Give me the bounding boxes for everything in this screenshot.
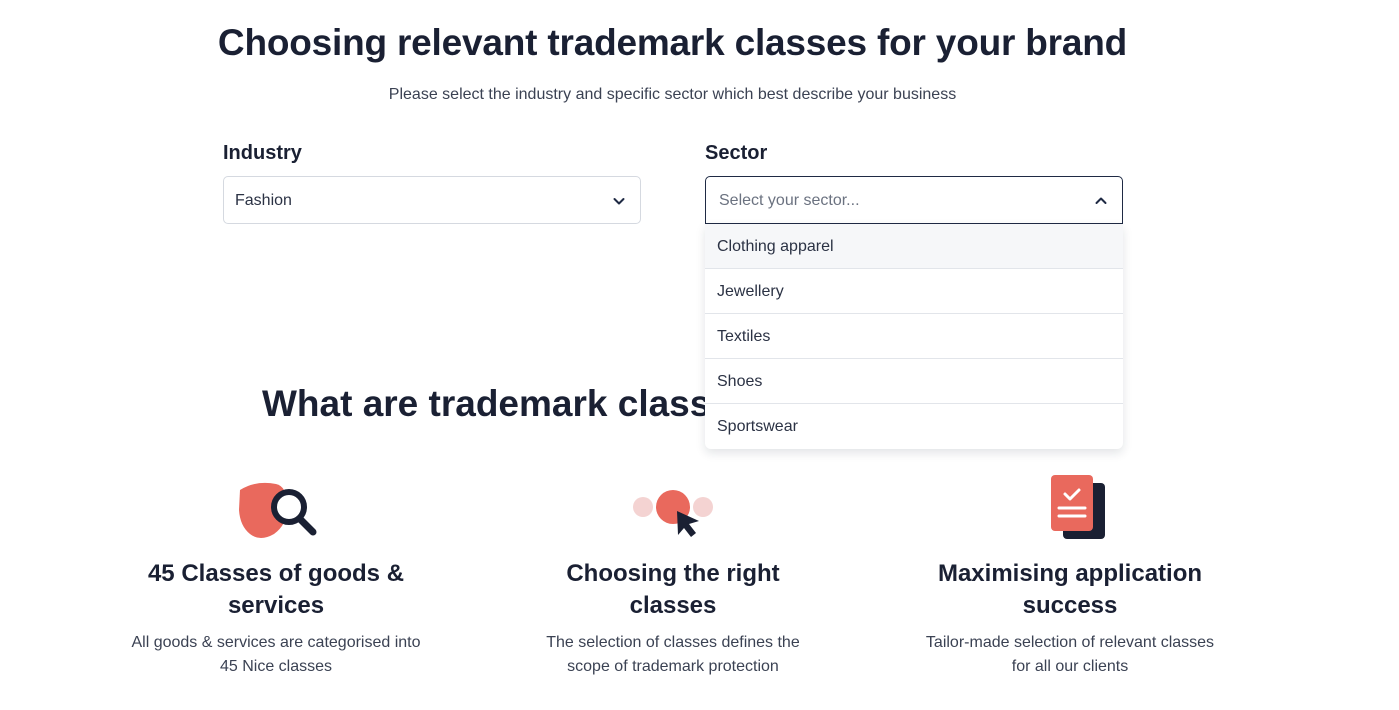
feature-card-classes: 45 Classes of goods & services All goods… (126, 470, 426, 679)
clipboard-check-icon (1051, 475, 1105, 539)
feature-card-success: Maximising application success Tailor-ma… (920, 470, 1220, 679)
feature-title: Maximising application success (937, 560, 1203, 619)
feature-text: Tailor-made selection of relevant classe… (925, 634, 1215, 675)
industry-label: Industry (223, 142, 302, 164)
industry-select-value: Fashion (235, 192, 292, 209)
feature-title: 45 Classes of goods & services (147, 560, 405, 619)
cursor-select-icon (633, 490, 713, 537)
sector-option-sportswear[interactable]: Sportswear (705, 404, 1123, 449)
industry-select[interactable]: Fashion (223, 176, 641, 224)
sector-label: Sector (705, 142, 768, 164)
sector-option-shoes[interactable]: Shoes (705, 359, 1123, 404)
feature-text: The selection of classes defines the sco… (546, 634, 800, 675)
feature-text: All goods & services are categorised int… (131, 634, 421, 675)
sector-option-jewellery[interactable]: Jewellery (705, 269, 1123, 314)
feature-card-choosing: Choosing the right classes The selection… (523, 470, 823, 679)
sector-select-placeholder: Select your sector... (719, 192, 860, 209)
feature-title: Choosing the right classes (566, 560, 780, 619)
sector-select[interactable]: Select your sector... (705, 176, 1123, 224)
sector-dropdown-list: Clothing apparel Jewellery Textiles Shoe… (705, 224, 1123, 449)
page-subtitle: Please select the industry and specific … (388, 86, 957, 103)
page-title: Choosing relevant trademark classes for … (217, 22, 1128, 63)
section-title: What are trademark classe (262, 383, 731, 424)
sector-option-textiles[interactable]: Textiles (705, 314, 1123, 359)
chevron-up-icon (1095, 197, 1107, 204)
magnifier-icon (239, 482, 317, 538)
sector-option-clothing-apparel[interactable]: Clothing apparel (705, 224, 1123, 269)
chevron-down-icon (613, 198, 625, 205)
